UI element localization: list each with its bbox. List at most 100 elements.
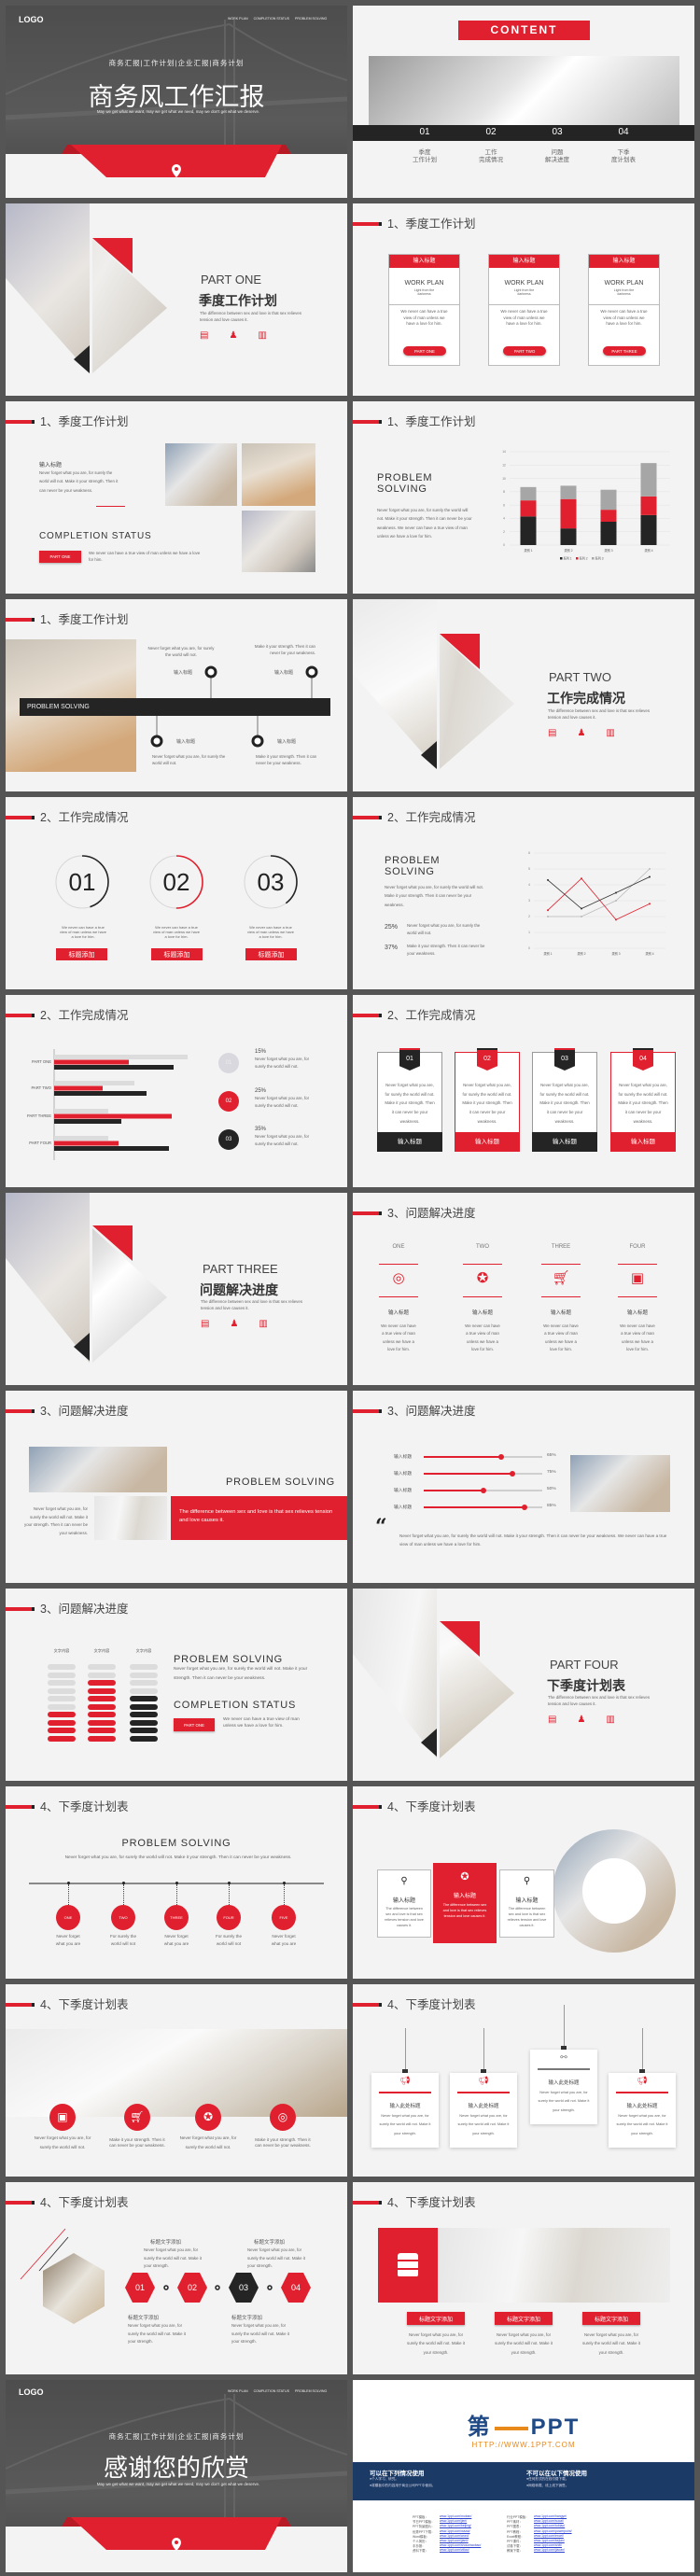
slider-fill (424, 1473, 513, 1475)
card-text: Never forget what you are, for surely th… (457, 2113, 510, 2135)
add-title-button[interactable]: 标题添加 (151, 948, 203, 960)
content-title: CONTENT (458, 21, 590, 40)
part-one-button[interactable]: PART ONE (39, 551, 81, 563)
label-text: Never forget what you are, for surely th… (407, 2332, 465, 2355)
link-url[interactable]: www.1ppt.com/jianli/ (440, 2539, 469, 2542)
link-url[interactable]: www.1ppt.com/beijing/ (440, 2524, 471, 2527)
slide-hexagon-steps[interactable]: 4、下季度计划表 01 02 03 04 标题文字添加 Never forget wh… (6, 2182, 347, 2374)
step-circle[interactable]: TWO (111, 1905, 135, 1930)
part-one-button[interactable]: PART ONE (174, 1718, 215, 1731)
content-num: 02 (485, 127, 497, 137)
info-card[interactable]: ⚲ 输入标题 The difference between sex and lo… (499, 1869, 554, 1938)
link-url[interactable]: www.1ppt.com/powerpoint/ (534, 2529, 572, 2533)
slide-number-cards[interactable]: 2、工作完成情况 01 Never forget what you are, fo… (353, 995, 694, 1187)
work-card[interactable]: 输入标题 WORK PLAN Light from the darkness W… (388, 254, 460, 366)
info-card-active[interactable]: ✪ 输入标题 The difference between sex and lo… (433, 1863, 497, 1943)
work-card[interactable]: 输入标题 WORK PLAN Light from the darkness W… (488, 254, 560, 366)
link-url[interactable]: www.1ppt.com/jieri/ (440, 2519, 467, 2523)
link-url[interactable]: www.1ppt.com/xiazai/ (440, 2529, 470, 2533)
content-item-label[interactable]: 季度 工作计划 (401, 149, 448, 165)
link-url[interactable]: www.1ppt.com/moban/ (440, 2514, 471, 2518)
slide-icon-columns[interactable]: 3、问题解决进度 ONE ◎ 输入标题 We never can have a tru… (353, 1193, 694, 1385)
slide-completion-rings[interactable]: 2、工作完成情况 01 02 03 We never can have a tr… (6, 797, 347, 989)
bar (54, 1065, 174, 1070)
link-url[interactable]: www.1ppt.com/shouchaobao/ (440, 2543, 481, 2547)
slide-brand[interactable]: 第 PPT HTTP://WWW.1PPT.COM 可以在下列情况使用 ●个人学习… (353, 2380, 694, 2572)
part-two-button[interactable]: PART TWO (503, 346, 546, 356)
part-one-button[interactable]: PART ONE (403, 346, 446, 356)
link-url[interactable]: www.1ppt.com/word/ (440, 2534, 469, 2538)
slide-cover[interactable]: LOGO WORK PLAN COMPLETION STATUS PROBLEM S… (6, 6, 347, 198)
section-title: 1、季度工作计划 (40, 415, 129, 428)
link-url[interactable]: www.1ppt.com/kejian/ (534, 2539, 565, 2542)
info-card[interactable]: ⚲ 输入标题 The difference between sex and lo… (377, 1869, 431, 1938)
slide-line-chart[interactable]: 2、工作完成情况 PROBLEM SOLVING Never forget wh… (353, 797, 694, 989)
card-body: We never can have a true view of man unl… (500, 309, 548, 327)
category-label: PART THREE (27, 1113, 51, 1118)
slide-plan-photos[interactable]: 1、季度工作计划 输入标题 Never forget what you are,… (6, 401, 347, 594)
slider-handle[interactable] (497, 1454, 504, 1460)
slider-handle[interactable] (521, 1505, 527, 1510)
divider (541, 1264, 581, 1265)
link-url[interactable]: www.1ppt.com/sucai/ (534, 2519, 564, 2523)
content-item-label[interactable]: 问题 解决进度 (534, 149, 581, 165)
slider-handle[interactable] (510, 1471, 516, 1477)
hanging-card[interactable]: ⚯ 输入此处标题 Never forget what you are, for su… (530, 2050, 597, 2124)
link-url[interactable]: www.1ppt.com/shiti/ (534, 2543, 562, 2547)
title-label[interactable]: 标题文字添加 (582, 2312, 640, 2325)
title-label[interactable]: 标题文字添加 (495, 2312, 553, 2325)
slide-photo-icons[interactable]: 4、下季度计划表 ▣ Never forget what you are, for… (6, 1984, 347, 2177)
slide-work-plan-cards[interactable]: 1、季度工作计划 输入标题 WORK PLAN Light from the d… (353, 203, 694, 396)
slide-three-cards-circle[interactable]: 4、下季度计划表 ⚲ 输入标题 The difference between s… (353, 1786, 694, 1979)
link-url[interactable]: www.1ppt.com/tubiao/ (534, 2524, 565, 2527)
slide-hanging-cards[interactable]: 4、下季度计划表 📢︎ 输入此处标题 Never forget what you a… (353, 1984, 694, 2177)
slide-part-one[interactable]: PART ONE 季度工作计划 The difference between s… (6, 203, 347, 396)
level-pill (130, 1735, 158, 1742)
hanging-card[interactable]: 📢︎ 输入此处标题 Never forget what you are, for s… (450, 2073, 517, 2148)
slide-part-three[interactable]: PART THREE 问题解决进度 The difference between… (6, 1193, 347, 1385)
slide-five-step-timeline[interactable]: 4、下季度计划表 PROBLEM SOLVING Never forget wh… (6, 1786, 347, 1979)
number-card[interactable]: 01 Never forget what you are, for surely … (377, 1048, 442, 1152)
add-title-button[interactable]: 标题添加 (56, 948, 107, 960)
work-card[interactable]: 输入标题 WORK PLAN Light from the darkness W… (588, 254, 660, 366)
side-circle: 01 (218, 1053, 239, 1073)
step-circle[interactable]: ONE (56, 1905, 80, 1930)
link-url[interactable]: www.1ppt.com/excel/ (534, 2534, 564, 2538)
slide-problem-solving-photos[interactable]: 3、问题解决进度 Never forget what you are, for … (6, 1391, 347, 1583)
step-circle[interactable]: FIVE (272, 1905, 296, 1930)
content-item-label[interactable]: 工作 完成情况 (468, 149, 514, 165)
hanging-card[interactable]: 📢︎ 输入此处标题 Never forget what you are, for s… (371, 2073, 439, 2148)
slide-thanks[interactable]: LOGO WORK PLAN COMPLETION STATUS PROBLEM S… (6, 2380, 347, 2572)
slide-horizontal-bars[interactable]: 2、工作完成情况 PART ONE PART TWO PART THREE PART … (6, 995, 347, 1187)
slide-part-two[interactable]: PART TWO 工作完成情况 The difference between s… (353, 599, 694, 791)
user-check-icon: ♟ (230, 1319, 239, 1329)
title-label[interactable]: 标题文字添加 (407, 2312, 465, 2325)
brand-url[interactable]: HTTP://WWW.1PPT.COM (353, 2441, 694, 2449)
link-url[interactable]: www.1ppt.com/hangye/ (534, 2514, 567, 2518)
slide-stacked-chart[interactable]: 1、季度工作计划 PROBLEM SOLVING Never forget wh… (353, 401, 694, 594)
slide-content[interactable]: CONTENT 01 02 03 04 季度 工作计划 工作 完成情况 问题 解… (353, 6, 694, 198)
brand-ppt: PPT (530, 2415, 581, 2440)
link-url[interactable]: www.1ppt.com/ziliao/ (440, 2548, 469, 2552)
part-three-button[interactable]: PART THREE (603, 346, 646, 356)
number-card[interactable]: 03 Never forget what you are, for surely … (532, 1048, 597, 1152)
step-circle[interactable]: THREE (164, 1905, 189, 1930)
step-circle[interactable]: FOUR (217, 1905, 241, 1930)
content-item-label[interactable]: 下季 度计划表 (600, 149, 647, 165)
number-card[interactable]: 02 Never forget what you are, for surely … (455, 1048, 520, 1152)
slide-progress-sliders[interactable]: 3、问题解决进度 输入标题 65% 输入标题 75% 输入标题 50% 输入标题 85% “ … (353, 1391, 694, 1583)
node-title: 输入标题 (174, 670, 193, 676)
slider-fill (424, 1490, 483, 1491)
slide-timeline[interactable]: 1、季度工作计划 PROBLEM SOLVING Never forget wh… (6, 599, 347, 791)
slider-handle[interactable] (480, 1488, 486, 1493)
hanging-card[interactable]: 📢︎ 输入此处标题 Never forget what you are, for s… (609, 2073, 676, 2148)
number-card[interactable]: 04 Never forget what you are, for surely … (610, 1048, 676, 1152)
card-text: Never forget what you are, for surely th… (385, 1083, 435, 1124)
link-url[interactable]: www.1ppt.com/jiaoan/ (534, 2548, 565, 2552)
slide-red-photo-banner[interactable]: 4、下季度计划表 标题文字添加 标题文字添加 标题文字添加 Never forg… (353, 2182, 694, 2374)
side-text: Never forget what you are, for surely th… (24, 1506, 89, 1535)
slider-label: 输入标题 (394, 1489, 413, 1493)
slide-levels[interactable]: 3、问题解决进度 文字内容 文字内容 文字内容 PROBLEM SOLVING Ne… (6, 1589, 347, 1781)
add-title-button[interactable]: 标题添加 (245, 948, 297, 960)
slide-part-four[interactable]: PART FOUR 下季度计划表 The difference between … (353, 1589, 694, 1781)
